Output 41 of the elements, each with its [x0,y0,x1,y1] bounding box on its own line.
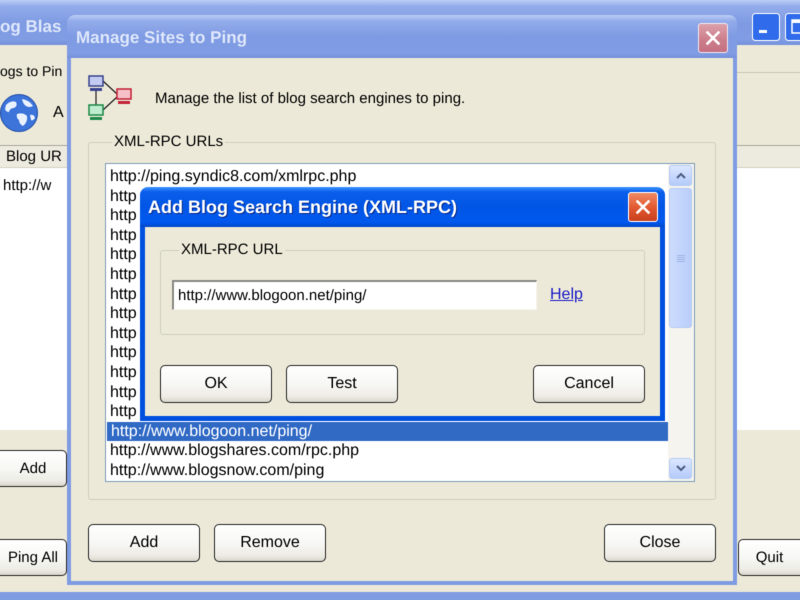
url-item[interactable]: http://ping.syndic8.com/xmlrpc.php [106,167,360,187]
group-label: XML-RPC URLs [113,133,224,151]
url-input[interactable]: http://www.blogoon.net/ping/ [172,280,537,310]
url-item[interactable]: http [106,186,141,206]
intro-text: A [53,104,64,122]
dialog-title: Manage Sites to Ping [76,28,247,48]
close-icon [636,200,650,214]
url-item[interactable]: http [106,284,141,304]
url-item[interactable]: http [106,402,141,422]
url-item[interactable]: http://www.blogshares.com/rpc.php [106,441,364,461]
group-label: XML-RPC URL [180,241,284,259]
url-item[interactable]: http [106,324,141,344]
action-button[interactable]: Test [286,365,398,403]
scrollbar-thumb[interactable] [669,188,692,328]
url-item[interactable]: http [106,245,141,265]
grip-icon [676,254,684,262]
network-icon [88,75,132,121]
dialog-title: Add Blog Search Engine (XML-RPC) [148,196,458,218]
chevron-up-icon [676,172,686,179]
window-title: og Blas [0,16,62,36]
url-item[interactable]: http [106,264,141,285]
action-button[interactable]: OK [160,365,272,403]
scrollbar-track[interactable] [668,164,694,481]
description-text: Manage the list of blog search engines to ping. [155,90,466,106]
url-item[interactable]: http [106,382,141,402]
url-item[interactable]: http [106,362,141,383]
table-cell-text: http://w [2,177,52,195]
url-item[interactable]: http://www.blogsnow.com/ping [106,460,328,480]
url-item[interactable]: http [106,304,141,324]
url-item[interactable]: http [106,226,141,246]
globe-icon [0,93,38,133]
url-item[interactable]: http [106,343,141,363]
chevron-down-icon [676,465,686,472]
close-icon [706,31,720,45]
scroll-up-button[interactable] [669,165,692,186]
url-item[interactable]: http [106,206,141,226]
scroll-down-button[interactable] [669,458,692,479]
help-link[interactable]: Help [550,286,583,304]
url-item[interactable]: http://www.blogoon.net/ping/ [107,422,668,442]
action-button[interactable]: Cancel [533,365,645,403]
heading-text: ogs to Pin [0,62,62,80]
